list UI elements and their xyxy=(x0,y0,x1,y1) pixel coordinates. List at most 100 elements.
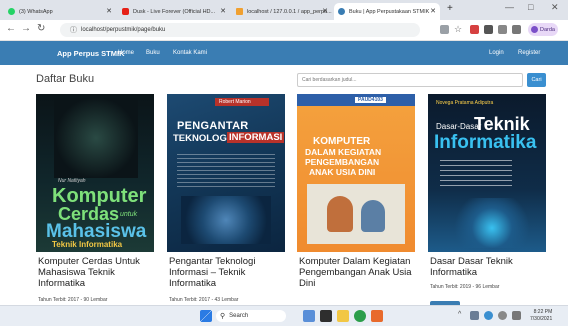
book-card[interactable]: Robert Marion PENGANTAR TEKNOLOGI INFORM… xyxy=(167,94,285,304)
book-title: Pengantar Teknologi Informasi – Teknik I… xyxy=(169,256,256,289)
windows-start-icon[interactable] xyxy=(200,310,212,322)
chrome-icon[interactable] xyxy=(354,310,366,322)
cover-author: Nur Nafiiyah xyxy=(58,178,86,184)
close-icon[interactable]: ✕ xyxy=(322,7,328,15)
cover-title-line: Informatika xyxy=(434,132,537,153)
brand-link[interactable]: App Perpus STMIK xyxy=(57,49,125,58)
app-icon[interactable] xyxy=(371,310,383,322)
login-link[interactable]: Login xyxy=(489,50,504,56)
cover-artwork xyxy=(181,196,271,244)
taskbar-search[interactable]: ⚲ Search xyxy=(216,310,286,322)
cover-title-line: KOMPUTER xyxy=(313,136,371,147)
close-window-button[interactable]: ✕ xyxy=(551,2,559,13)
volume-icon[interactable] xyxy=(512,311,521,320)
nav-link-buku[interactable]: Buku xyxy=(146,50,160,56)
clock-date: 7/30/2021 xyxy=(530,315,553,322)
info-icon: ⓘ xyxy=(70,27,77,34)
cover-photo-figure xyxy=(361,200,385,232)
back-arrow-icon[interactable]: ← xyxy=(6,23,16,34)
taskbar-search-label: Search xyxy=(229,313,249,319)
cover-title-line: untuk xyxy=(120,211,138,218)
maximize-button[interactable]: □ xyxy=(528,2,533,12)
search-button[interactable]: Cari xyxy=(527,73,546,87)
clock-time: 8:22 PM xyxy=(533,309,553,315)
cover-title-line: PENGEMBANGAN xyxy=(305,157,380,167)
cover-title-line: PENGANTAR xyxy=(177,120,249,132)
cover-artwork xyxy=(452,198,532,248)
whatsapp-icon xyxy=(8,8,15,15)
nav-link-home[interactable]: Home xyxy=(118,50,134,56)
cover-title-line: Mahasiswa xyxy=(46,221,147,242)
search-icon: ⚲ xyxy=(220,313,226,320)
task-view-icon[interactable] xyxy=(303,310,315,322)
cover-photo xyxy=(307,184,405,244)
cover-contents xyxy=(440,160,512,188)
register-link[interactable]: Register xyxy=(518,50,540,56)
book-card[interactable]: Novega Pratama Adiputra Dasar-Dasar Tekn… xyxy=(428,94,546,309)
cover-title-line: Teknik Informatika xyxy=(52,240,123,249)
url-bar[interactable]: ⓘ localhost/perpustmik/page/buku xyxy=(60,23,420,37)
book-cover: PAUD4103 KOMPUTER DALAM KEGIATAN PENGEMB… xyxy=(297,94,415,252)
site-navbar: App Perpus STMIK Home Buku Kontak Kami L… xyxy=(0,41,568,65)
minimize-button[interactable]: — xyxy=(505,2,514,12)
wifi-icon[interactable] xyxy=(498,311,507,320)
page-title: Daftar Buku xyxy=(36,73,95,85)
url-text: localhost/perpustmik/page/buku xyxy=(81,27,166,33)
extension-icon[interactable] xyxy=(484,25,493,34)
reload-icon[interactable]: ↻ xyxy=(37,23,45,34)
app-icon[interactable] xyxy=(320,310,332,322)
book-cover: Robert Marion PENGANTAR TEKNOLOGI INFORM… xyxy=(167,94,285,252)
tray-chevron-icon[interactable]: ^ xyxy=(458,311,461,318)
cover-author: Novega Pratama Adiputra xyxy=(436,100,494,106)
sidebar-icon[interactable] xyxy=(512,25,521,34)
close-icon[interactable]: ✕ xyxy=(106,7,112,15)
cover-title-line: TEKNOLOGI xyxy=(173,133,230,144)
address-bar-row: ← → ↻ ⓘ localhost/perpustmik/page/buku ☆… xyxy=(0,20,568,41)
browser-tab-buku[interactable]: Buku | App Perpustakaan STMIK ✕ xyxy=(334,3,440,20)
book-card[interactable]: Nur Nafiiyah Komputer Cerdas untuk Mahas… xyxy=(36,94,154,304)
book-meta: Tahun Terbit: 2017 - 43 Lembar xyxy=(169,297,239,303)
book-title: Komputer Cerdas Untuk Mahasiswa Teknik I… xyxy=(38,256,140,289)
profile-label: Darda xyxy=(540,26,555,33)
share-icon[interactable] xyxy=(440,25,449,34)
book-title: Dasar Dasar Teknik Informatika xyxy=(430,256,513,278)
close-icon[interactable]: ✕ xyxy=(430,7,436,15)
cover-title-line: Komputer xyxy=(52,185,147,207)
browser-tab-strip: (3) WhatsApp ✕ Dusk - Live Forever (Offi… xyxy=(0,0,568,20)
cover-artwork xyxy=(54,98,138,178)
puzzle-icon[interactable] xyxy=(498,25,507,34)
cover-photo-figure xyxy=(327,196,353,232)
book-meta: Tahun Terbit: 2017 - 90 Lembar xyxy=(38,297,108,303)
book-card[interactable]: PAUD4103 KOMPUTER DALAM KEGIATAN PENGEMB… xyxy=(297,94,415,304)
browser-tab-youtube[interactable]: Dusk - Live Forever (Official HD... ✕ xyxy=(118,3,230,20)
taskbar: ⚲ Search ^ 8:22 PM 7/30/2021 xyxy=(0,305,568,326)
search-input[interactable] xyxy=(297,73,523,87)
nav-link-kontak[interactable]: Kontak Kami xyxy=(173,50,207,56)
cover-title-line: INFORMASI xyxy=(227,132,285,143)
taskbar-clock[interactable]: 8:22 PM 7/30/2021 xyxy=(530,309,552,322)
book-cover: Nur Nafiiyah Komputer Cerdas untuk Mahas… xyxy=(36,94,154,252)
star-icon[interactable]: ☆ xyxy=(454,24,462,35)
tab-label: Buku | App Perpustakaan STMIK xyxy=(349,8,430,15)
forward-arrow-icon[interactable]: → xyxy=(21,23,31,34)
globe-icon xyxy=(338,8,345,15)
cover-contents xyxy=(177,154,275,190)
tab-label: localhost / 127.0.0.1 / app_perpu... xyxy=(247,8,332,15)
tray-icon[interactable] xyxy=(470,311,479,320)
browser-tab-whatsapp[interactable]: (3) WhatsApp ✕ xyxy=(4,3,116,20)
folder-icon[interactable] xyxy=(337,310,349,322)
tray-icon[interactable] xyxy=(484,311,493,320)
cover-title-line: ANAK USIA DINI xyxy=(309,167,376,177)
cover-course-tag: PAUD4103 xyxy=(355,97,386,103)
book-title: Komputer Dalam Kegiatan Pengembangan Ana… xyxy=(299,256,412,289)
tab-label: (3) WhatsApp xyxy=(19,8,53,15)
extension-icon[interactable] xyxy=(470,25,479,34)
youtube-icon xyxy=(122,8,129,15)
browser-tab-phpmyadmin[interactable]: localhost / 127.0.0.1 / app_perpu... ✕ xyxy=(232,3,332,20)
close-icon[interactable]: ✕ xyxy=(220,7,226,15)
profile-button[interactable]: Darda xyxy=(528,23,558,36)
cover-title-line: DALAM KEGIATAN xyxy=(305,147,382,157)
new-tab-button[interactable]: + xyxy=(447,3,453,14)
cover-author: Robert Marion xyxy=(219,99,251,105)
avatar xyxy=(531,26,538,33)
